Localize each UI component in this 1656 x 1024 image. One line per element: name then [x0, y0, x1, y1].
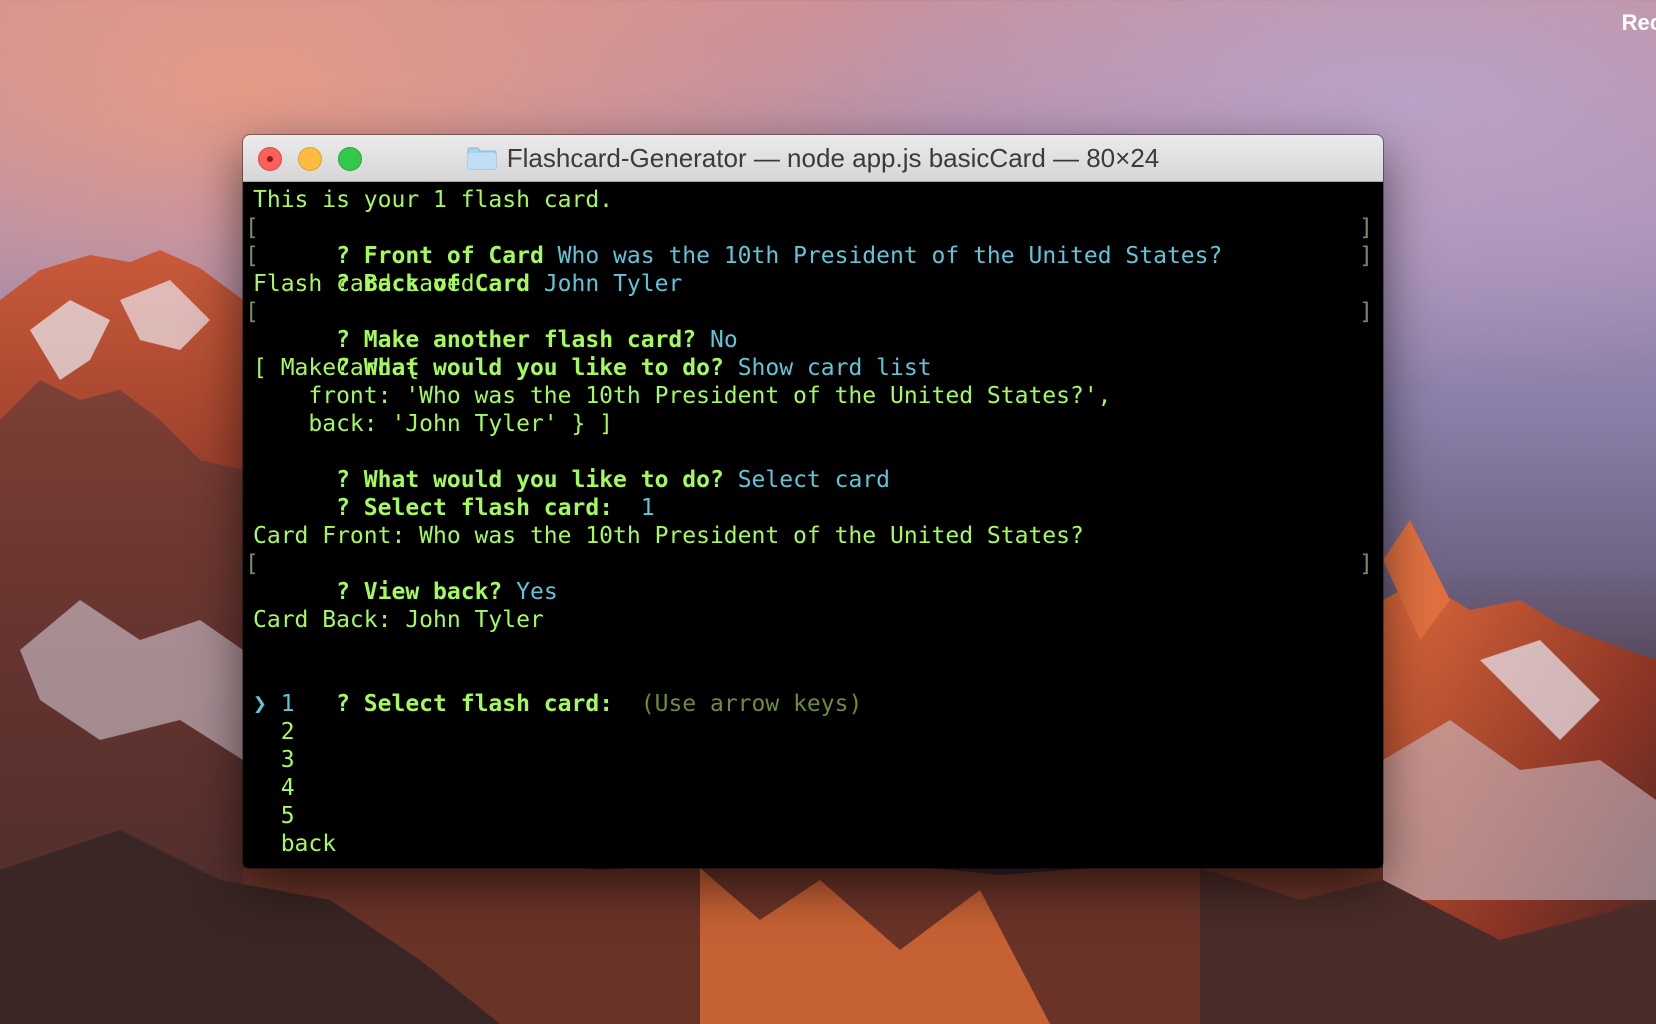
menu-option-label: 5: [280, 803, 295, 829]
menu-option[interactable]: back: [253, 830, 1383, 858]
card-front-line: Card Front: Who was the 10th President o…: [253, 523, 1084, 549]
prompt-todo-2: ? What would you like to do? Select card: [253, 438, 1383, 493]
pointer-icon: ❯: [253, 691, 267, 717]
prompt-front: [? Front of Card Who was the 10th Presid…: [245, 214, 1383, 269]
menu-option-label: 2: [280, 719, 295, 745]
bracket-right: ]: [1359, 215, 1373, 241]
object-output-line: back: 'John Tyler' } ]: [253, 411, 614, 437]
terminal-window: Flashcard-Generator — node app.js basicC…: [243, 135, 1383, 868]
menu-option-label: 1: [280, 691, 295, 717]
terminal-line: This is your 1 flash card.: [253, 187, 614, 213]
prompt-select-2: ? Select flash card: (Use arrow keys): [253, 662, 1383, 717]
prompt-select-1: ? Select flash card: 1: [253, 466, 1383, 521]
bracket-left: [: [245, 243, 259, 269]
card-back-line: Card Back: John Tyler: [253, 607, 544, 633]
bracket-left: [: [245, 215, 259, 241]
menu-option-label: 4: [280, 775, 295, 801]
bracket-right: ]: [1359, 243, 1373, 269]
menu-option-label: back: [280, 831, 337, 857]
prompt-another: [? Make another flash card? No]: [245, 298, 1383, 353]
prompt-view-back: [? View back? Yes]: [245, 550, 1383, 605]
window-title: Flashcard-Generator — node app.js basicC…: [243, 135, 1383, 181]
menu-option[interactable]: 5: [253, 802, 1383, 830]
prompt-back: [? Back of Card John Tyler]: [245, 242, 1383, 297]
object-output-line: front: 'Who was the 10th President of th…: [253, 383, 1112, 409]
window-title-text: Flashcard-Generator — node app.js basicC…: [506, 143, 1160, 173]
menu-option[interactable]: 4: [253, 774, 1383, 802]
bracket-left: [: [245, 551, 259, 577]
terminal-line: Flash card saved: [253, 271, 475, 297]
object-output-line: [ MakeCard {: [253, 355, 420, 381]
bracket-right: ]: [1359, 299, 1373, 325]
menu-option[interactable]: 2: [253, 718, 1383, 746]
bracket-left: [: [245, 299, 259, 325]
menu-option-label: 3: [280, 747, 295, 773]
folder-icon: [467, 147, 497, 170]
bracket-right: ]: [1359, 551, 1373, 577]
terminal-output[interactable]: This is your 1 flash card. [? Front of C…: [243, 182, 1383, 868]
menu-option[interactable]: 3: [253, 746, 1383, 774]
prompt-todo-1: ? What would you like to do? Show card l…: [253, 326, 1383, 381]
menu-option-selected[interactable]: ❯ 1: [253, 690, 1383, 718]
title-bar[interactable]: Flashcard-Generator — node app.js basicC…: [243, 135, 1383, 182]
